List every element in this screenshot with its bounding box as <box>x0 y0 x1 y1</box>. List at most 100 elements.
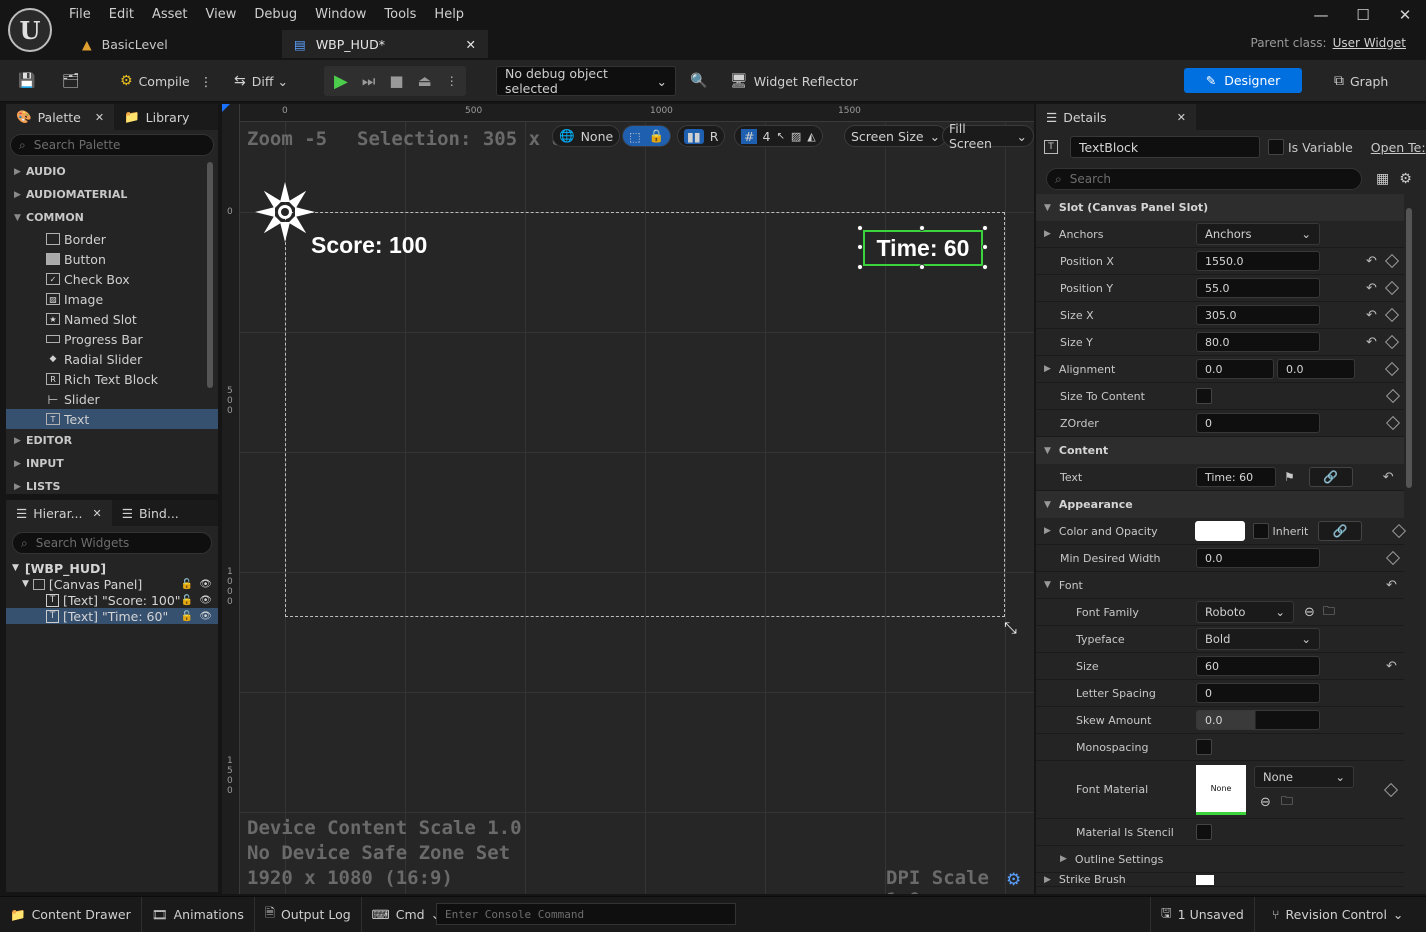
reset-icon[interactable]: ↶ <box>1366 335 1377 350</box>
resize-preview-icon[interactable]: ⤡ <box>1004 618 1017 638</box>
category-audiomaterial[interactable]: ▶ AUDIOMATERIAL <box>6 183 218 206</box>
settings-gear-icon[interactable]: ⚙ <box>1399 171 1412 187</box>
tab-wbp-hud[interactable]: ▤ WBP_HUD* ✕ <box>282 30 488 58</box>
resize-handle[interactable] <box>857 244 863 250</box>
font-material-thumbnail[interactable]: None <box>1196 764 1246 815</box>
category-lists[interactable]: ▶ LISTS <box>6 475 218 498</box>
compile-button[interactable]: ⚙ Compile ⋮ <box>112 66 220 96</box>
revision-control-button[interactable]: ⑂ Revision Control ⌄ <box>1262 897 1413 932</box>
resize-handle[interactable] <box>982 225 988 231</box>
monospacing-checkbox[interactable] <box>1196 739 1212 755</box>
minimize-button[interactable]: — <box>1300 0 1342 30</box>
keyframe-diamond-icon[interactable] <box>1385 550 1401 566</box>
tab-hierarchy[interactable]: ☰ Hierar... ✕ <box>6 500 112 526</box>
reset-icon[interactable]: ↶ <box>1366 281 1377 296</box>
strike-brush-swatch[interactable] <box>1196 874 1214 885</box>
is-variable-checkbox[interactable] <box>1268 139 1284 155</box>
graph-button[interactable]: ⧉ Graph <box>1326 66 1396 96</box>
keyframe-diamond-icon[interactable] <box>1385 388 1401 404</box>
size-y-input[interactable]: 80.0 <box>1196 332 1320 352</box>
palette-item-rich-text-block[interactable]: R Rich Text Block <box>6 369 218 389</box>
browse-icon[interactable]: 🗀 <box>1281 792 1293 813</box>
menu-edit[interactable]: Edit <box>100 0 143 30</box>
screen-size-dropdown[interactable]: Screen Size ⌄ <box>844 125 948 147</box>
tab-library[interactable]: 📁 Library <box>114 104 199 130</box>
hierarchy-root[interactable]: ▼ [WBP_HUD] <box>6 560 218 576</box>
menu-help[interactable]: Help <box>425 0 473 30</box>
alignment-y-input[interactable]: 0.0 <box>1277 359 1355 379</box>
hierarchy-canvas-panel[interactable]: ▼ [Canvas Panel] 🔓 👁 <box>6 576 218 592</box>
unsaved-button[interactable]: 🖫 1 Unsaved <box>1150 896 1255 932</box>
fill-screen-dropdown[interactable]: Fill Screen ⌄ <box>942 121 1034 151</box>
keyframe-diamond-icon[interactable] <box>1391 523 1407 539</box>
material-stencil-checkbox[interactable] <box>1196 824 1212 840</box>
animations-button[interactable]: 🎞 Animations <box>142 896 255 932</box>
widget-preview-frame[interactable] <box>285 212 1005 617</box>
expand-icon[interactable]: ▶ <box>1044 229 1051 239</box>
resize-handle[interactable] <box>982 244 988 250</box>
reset-icon[interactable]: ↶ <box>1386 659 1397 674</box>
keyframe-diamond-icon[interactable] <box>1384 280 1399 296</box>
palette-item-image[interactable]: ▨ Image <box>6 289 218 309</box>
section-appearance[interactable]: ▼ Appearance <box>1036 491 1404 518</box>
palette-item-text[interactable]: T Text <box>6 409 218 429</box>
min-desired-width-input[interactable]: 0.0 <box>1196 548 1320 568</box>
menu-window[interactable]: Window <box>306 0 375 30</box>
unreal-logo-icon[interactable]: U <box>8 8 52 52</box>
position-x-input[interactable]: 1550.0 <box>1196 251 1320 271</box>
widget-search-input[interactable]: ⌕ Search Widgets <box>12 532 212 554</box>
maximize-button[interactable]: ☐ <box>1342 0 1384 30</box>
palette-item-slider[interactable]: ⊢ Slider <box>6 389 218 409</box>
stop-icon[interactable]: ■ <box>389 72 403 90</box>
font-family-dropdown[interactable]: Roboto ⌄ <box>1196 601 1294 623</box>
open-text-link[interactable]: Open Te: <box>1371 140 1426 155</box>
table-view-icon[interactable]: ▦ <box>1376 171 1389 187</box>
keyframe-diamond-icon[interactable] <box>1384 334 1399 350</box>
content-drawer-button[interactable]: 📁 Content Drawer <box>0 896 142 932</box>
resize-handle[interactable] <box>857 225 863 231</box>
lock-icon[interactable]: 🔓 <box>181 579 193 590</box>
palette-item-border[interactable]: Border <box>6 229 218 249</box>
play-icon[interactable]: ▶ <box>334 71 348 92</box>
keyframe-diamond-icon[interactable] <box>1384 253 1399 269</box>
expand-icon[interactable]: ▶ <box>1044 526 1051 536</box>
position-y-input[interactable]: 55.0 <box>1196 278 1320 298</box>
keyframe-diamond-icon[interactable] <box>1384 307 1399 323</box>
browse-icon[interactable]: 🗀 <box>1323 602 1335 623</box>
parent-class-link[interactable]: User Widget <box>1333 36 1406 50</box>
tab-basiclevel[interactable]: ▲ BasicLevel <box>70 30 280 58</box>
palette-item-button[interactable]: Button <box>6 249 218 269</box>
typeface-dropdown[interactable]: Bold ⌄ <box>1196 628 1320 650</box>
reset-icon[interactable]: ↶ <box>1366 254 1377 269</box>
use-selected-icon[interactable]: ⊖ <box>1304 605 1315 620</box>
section-content[interactable]: ▼ Content <box>1036 437 1404 464</box>
close-tab-icon[interactable]: ✕ <box>466 37 476 52</box>
bind-button[interactable]: 🔗 <box>1318 521 1363 541</box>
anchor-flower-icon[interactable] <box>252 179 318 245</box>
widget-reflector-button[interactable]: 🖥 Widget Reflector <box>722 66 866 96</box>
menu-file[interactable]: File <box>60 0 100 30</box>
keyframe-diamond-icon[interactable] <box>1385 415 1401 431</box>
reset-icon[interactable]: ↶ <box>1386 578 1397 593</box>
score-text-widget[interactable]: Score: 100 <box>311 232 427 259</box>
step-icon[interactable]: ⏭ <box>362 72 376 90</box>
close-icon[interactable]: ✕ <box>1177 111 1186 124</box>
time-text-widget[interactable]: Time: 60 <box>863 230 983 266</box>
use-selected-icon[interactable]: ⊖ <box>1260 795 1271 810</box>
palette-item-radial-slider[interactable]: ◆ Radial Slider <box>6 349 218 369</box>
color-swatch[interactable] <box>1194 521 1245 541</box>
reset-icon[interactable]: ↶ <box>1383 470 1394 485</box>
respect-locks-toggle[interactable]: ▮▮ R <box>677 125 726 147</box>
browse-button[interactable]: 🗂 <box>54 66 94 96</box>
keyframe-diamond-icon[interactable] <box>1383 782 1399 797</box>
resize-handle[interactable] <box>857 264 863 270</box>
close-window-button[interactable]: ✕ <box>1384 0 1426 30</box>
anchors-dropdown[interactable]: Anchors ⌄ <box>1196 223 1320 245</box>
close-icon[interactable]: ✕ <box>93 507 102 520</box>
tab-details[interactable]: ☰ Details ✕ <box>1036 104 1196 130</box>
dpi-settings-gear-icon[interactable]: ⚙ <box>1006 870 1021 890</box>
localize-flag-icon[interactable]: ⚑ <box>1284 470 1295 484</box>
hierarchy-text-time[interactable]: T [Text] "Time: 60" 🔓 👁 <box>6 608 218 624</box>
tab-palette[interactable]: 🎨 Palette ✕ <box>6 104 115 130</box>
resize-handle[interactable] <box>982 264 988 270</box>
